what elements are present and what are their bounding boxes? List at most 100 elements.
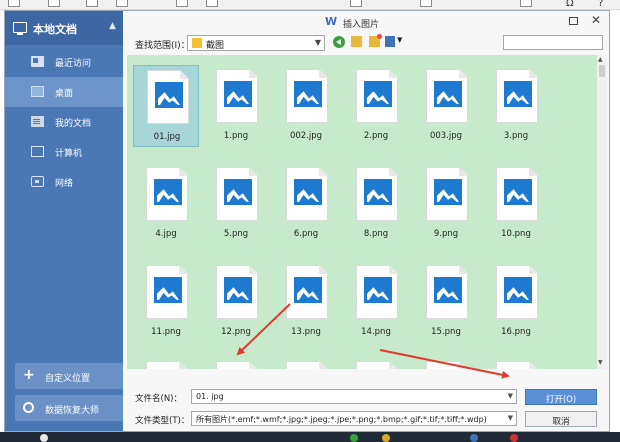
file-item[interactable]: 12.png xyxy=(203,261,269,343)
file-name: 9.png xyxy=(433,229,459,239)
chevron-up-icon[interactable]: ▲ xyxy=(109,21,116,31)
start-icon[interactable] xyxy=(40,434,48,442)
file-item[interactable]: 8.png xyxy=(343,163,409,245)
file-item[interactable]: 3.png xyxy=(483,65,549,147)
help-icon[interactable]: ? xyxy=(598,0,603,9)
page-fold xyxy=(249,69,258,78)
sidebar-item-desktop[interactable]: 桌面 xyxy=(5,77,123,107)
page-fold xyxy=(249,265,258,274)
file-name: 6.png xyxy=(293,229,319,239)
sidebar-item-documents[interactable]: 我的文档 xyxy=(5,107,123,137)
file-name: 003.jpg xyxy=(429,131,463,141)
file-item[interactable]: 15.png xyxy=(413,261,479,343)
page-fold xyxy=(180,70,189,79)
chevron-down-icon[interactable]: ▼ xyxy=(315,38,321,47)
new-folder-icon[interactable] xyxy=(369,34,382,47)
image-file-icon xyxy=(294,277,322,303)
file-item[interactable] xyxy=(343,357,409,369)
look-in-dropdown[interactable]: 截图 ▼ xyxy=(187,35,325,51)
taskbar-app-icon[interactable] xyxy=(350,434,358,442)
file-item[interactable]: 5.png xyxy=(203,163,269,245)
computer-icon xyxy=(13,22,27,35)
sidebar-item-recent[interactable]: 最近访问 xyxy=(5,47,123,77)
up-folder-icon[interactable] xyxy=(351,36,362,47)
wps-logo-icon: W xyxy=(325,15,338,28)
image-file-icon xyxy=(434,179,462,205)
file-item[interactable]: 2.png xyxy=(343,65,409,147)
taskbar-app-icon[interactable] xyxy=(510,434,518,442)
file-item[interactable]: 002.jpg xyxy=(273,65,339,147)
sidebar-item-label: 计算机 xyxy=(55,149,83,159)
file-item[interactable]: 01.jpg xyxy=(133,65,199,147)
file-item[interactable]: 16.png xyxy=(483,261,549,343)
file-item[interactable]: 4.jpg xyxy=(133,163,199,245)
look-in-label: 查找范围(I)： xyxy=(135,41,190,51)
open-button[interactable]: 打开(O) xyxy=(525,389,597,405)
page-fold xyxy=(389,167,398,176)
toolbar-chart-icon[interactable] xyxy=(176,0,188,7)
back-icon[interactable] xyxy=(333,36,345,48)
toolbar-link-icon[interactable] xyxy=(350,0,362,7)
toolbar-table-icon[interactable] xyxy=(86,0,98,7)
toolbar-shape2-icon[interactable] xyxy=(206,0,218,7)
custom-location-button[interactable]: + 自定义位置 xyxy=(15,363,123,389)
taskbar-app-icon[interactable] xyxy=(470,434,478,442)
file-name: 8.png xyxy=(363,229,389,239)
file-item[interactable]: 13.png xyxy=(273,261,339,343)
chevron-down-icon[interactable]: ▼ xyxy=(508,414,513,422)
custom-location-label: 自定义位置 xyxy=(45,374,91,384)
file-item[interactable]: 6.png xyxy=(273,163,339,245)
sidebar-item-network[interactable]: 网络 xyxy=(5,167,123,197)
sidebar-item-label: 桌面 xyxy=(55,89,74,99)
file-item[interactable]: 9.png xyxy=(413,163,479,245)
toolbar-object-icon[interactable] xyxy=(520,0,532,7)
close-icon[interactable]: ✕ xyxy=(591,13,601,27)
file-item[interactable] xyxy=(413,357,479,369)
file-item[interactable] xyxy=(203,357,269,369)
file-item[interactable] xyxy=(133,357,199,369)
filename-input[interactable]: 01. jpg ▼ xyxy=(191,389,517,404)
file-list[interactable]: 01.jpg 1.png 002.jpg 2.png 003.jpg 3.png 4.jpg… xyxy=(127,55,597,369)
look-in-value: 截图 xyxy=(206,41,225,51)
file-item[interactable]: 10.png xyxy=(483,163,549,245)
file-list-scrollbar[interactable]: ▲ ▼ xyxy=(597,55,607,369)
page-fold xyxy=(319,69,328,78)
sidebar-title: 本地文档 xyxy=(33,23,77,36)
sidebar-header[interactable]: 本地文档 ▲ xyxy=(5,11,123,45)
view-dropdown-icon[interactable]: ▼ xyxy=(397,36,402,44)
data-recovery-button[interactable]: 数据恢复大师 xyxy=(15,395,123,421)
file-item[interactable]: 1.png xyxy=(203,65,269,147)
file-name: 13.png xyxy=(291,327,321,337)
maximize-icon[interactable] xyxy=(569,17,578,25)
page-fold xyxy=(459,361,468,369)
scroll-thumb[interactable] xyxy=(599,65,605,77)
search-input[interactable] xyxy=(503,35,603,50)
formula-icon[interactable]: Ω xyxy=(566,0,574,9)
chevron-down-icon[interactable]: ▼ xyxy=(508,392,513,400)
page-fold xyxy=(179,361,188,369)
filetype-select[interactable]: 所有图片(*.emf;*.wmf;*.jpg;*.jpeg;*.jpe;*.pn… xyxy=(191,411,517,426)
taskbar-app-icon[interactable] xyxy=(382,434,390,442)
file-name: 11.png xyxy=(151,327,181,337)
view-menu-icon[interactable] xyxy=(385,36,395,47)
scroll-up-icon[interactable]: ▲ xyxy=(598,56,603,63)
toolbar-frame-icon[interactable] xyxy=(48,0,60,7)
sidebar-item-computer[interactable]: 计算机 xyxy=(5,137,123,167)
toolbar-textbox-icon[interactable] xyxy=(420,0,432,7)
file-name: 002.jpg xyxy=(289,131,323,141)
image-file-icon xyxy=(154,277,182,303)
toolbar-shape-icon[interactable] xyxy=(8,0,20,7)
toolbar-picture-icon[interactable] xyxy=(116,0,128,7)
file-name: 1.png xyxy=(223,131,249,141)
file-item[interactable]: 003.jpg xyxy=(413,65,479,147)
recovery-icon xyxy=(23,402,34,413)
cancel-button[interactable]: 取消 xyxy=(525,411,597,427)
file-item[interactable] xyxy=(273,357,339,369)
documents-icon xyxy=(31,116,44,127)
file-name: 12.png xyxy=(221,327,251,337)
file-item[interactable]: 11.png xyxy=(133,261,199,343)
file-item[interactable]: 14.png xyxy=(343,261,409,343)
scroll-down-icon[interactable]: ▼ xyxy=(598,359,603,366)
filetype-value: 所有图片(*.emf;*.wmf;*.jpg;*.jpeg;*.jpe;*.pn… xyxy=(196,415,487,424)
file-item[interactable] xyxy=(483,357,549,369)
